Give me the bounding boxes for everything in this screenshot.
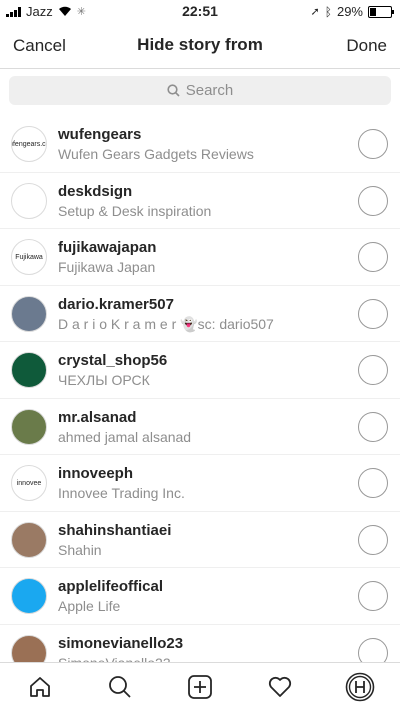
status-bar: Jazz ✳ 22:51 ➚ ᛒ 29% bbox=[0, 0, 400, 22]
select-checkbox[interactable] bbox=[358, 298, 388, 329]
full-name: Shahin bbox=[58, 541, 102, 558]
select-checkbox[interactable] bbox=[358, 355, 388, 385]
user-row[interactable]: Wufengears.com wufengears Wufen Gears Gadg… bbox=[0, 116, 400, 173]
select-checkbox[interactable] bbox=[358, 411, 388, 442]
full-name: D a r i o K r a m e r 👻sc: dario507 bbox=[58, 315, 274, 332]
battery-icon bbox=[368, 5, 394, 18]
avatar bbox=[11, 634, 47, 664]
full-name: Setup & Desk inspiration bbox=[58, 202, 212, 219]
full-name: ahmed jamal alsanad bbox=[58, 428, 192, 445]
select-checkbox[interactable] bbox=[358, 129, 388, 159]
avatar bbox=[11, 352, 47, 388]
username: dario.kramer507 bbox=[58, 295, 174, 313]
tab-new-post[interactable] bbox=[180, 667, 220, 707]
battery-percent: 29% bbox=[336, 4, 363, 19]
full-name: Apple Life bbox=[58, 598, 121, 614]
bluetooth-icon: ᛒ bbox=[324, 4, 332, 19]
full-name: Wufen Gears Gadgets Reviews bbox=[58, 146, 254, 162]
navigation-bar: Cancel Hide story from Done bbox=[0, 22, 400, 69]
username: applelifeoffical bbox=[58, 578, 164, 595]
user-row[interactable]: applelifeoffical Apple Life bbox=[0, 568, 400, 625]
user-row[interactable]: deskdsign Setup & Desk inspiration bbox=[0, 173, 400, 229]
username: wufengears bbox=[58, 126, 142, 143]
search-placeholder: Search bbox=[185, 82, 234, 99]
user-row[interactable]: mr.alsanad ahmed jamal alsanad bbox=[0, 399, 400, 455]
user-row[interactable]: innovee innoveeph Innovee Trading Inc. bbox=[0, 455, 400, 512]
avatar bbox=[11, 521, 47, 558]
profile-icon bbox=[345, 672, 375, 702]
search-input[interactable]: Search bbox=[9, 76, 391, 105]
select-checkbox[interactable] bbox=[358, 637, 388, 664]
full-name: ЧЕХЛЫ ОРСК bbox=[58, 372, 150, 388]
search-icon bbox=[109, 676, 131, 698]
avatar: Fujikawa bbox=[11, 239, 47, 275]
avatar: Wufengears.com bbox=[11, 126, 47, 162]
cancel-button[interactable]: Cancel bbox=[13, 36, 66, 56]
select-checkbox[interactable] bbox=[358, 581, 388, 611]
username: deskdsign bbox=[58, 182, 133, 200]
done-button[interactable]: Done bbox=[346, 36, 387, 56]
user-row[interactable]: simonevianello23 SimoneVianello23 bbox=[0, 625, 400, 664]
tab-search[interactable] bbox=[100, 667, 140, 707]
username: crystal_shop56 bbox=[58, 352, 168, 369]
tab-bar bbox=[0, 662, 400, 711]
home-icon bbox=[30, 677, 50, 697]
select-checkbox[interactable] bbox=[358, 185, 388, 216]
tab-activity[interactable] bbox=[260, 667, 300, 707]
avatar bbox=[11, 578, 47, 614]
avatar bbox=[11, 408, 47, 445]
username: fujikawajapan bbox=[58, 239, 157, 256]
user-row[interactable]: shahinshantiaei Shahin bbox=[0, 512, 400, 568]
full-name: Innovee Trading Inc. bbox=[58, 485, 185, 501]
user-row[interactable]: crystal_shop56 ЧЕХЛЫ ОРСК bbox=[0, 342, 400, 399]
username: shahinshantiaei bbox=[58, 521, 172, 539]
avatar bbox=[11, 182, 47, 219]
select-checkbox[interactable] bbox=[358, 242, 388, 272]
avatar bbox=[11, 295, 47, 332]
tab-profile[interactable] bbox=[340, 667, 380, 707]
username: mr.alsanad bbox=[58, 408, 137, 426]
select-checkbox[interactable] bbox=[358, 468, 388, 498]
heart-icon bbox=[268, 676, 292, 697]
avatar: innovee bbox=[11, 465, 47, 501]
username: simonevianello23 bbox=[58, 634, 184, 652]
search-icon bbox=[167, 84, 180, 97]
tab-home[interactable] bbox=[20, 667, 60, 707]
user-list: Wufengears.com wufengears Wufen Gears Gadg… bbox=[0, 116, 400, 664]
location-icon: ➚ bbox=[310, 6, 320, 18]
full-name: Fujikawa Japan bbox=[58, 259, 156, 275]
username: innoveeph bbox=[58, 465, 134, 482]
select-checkbox[interactable] bbox=[358, 524, 388, 555]
user-row[interactable]: dario.kramer507 D a r i o K r a m e r 👻sc… bbox=[0, 286, 400, 342]
add-post-icon bbox=[188, 675, 212, 699]
user-row[interactable]: Fujikawa fujikawajapan Fujikawa Japan bbox=[0, 229, 400, 286]
